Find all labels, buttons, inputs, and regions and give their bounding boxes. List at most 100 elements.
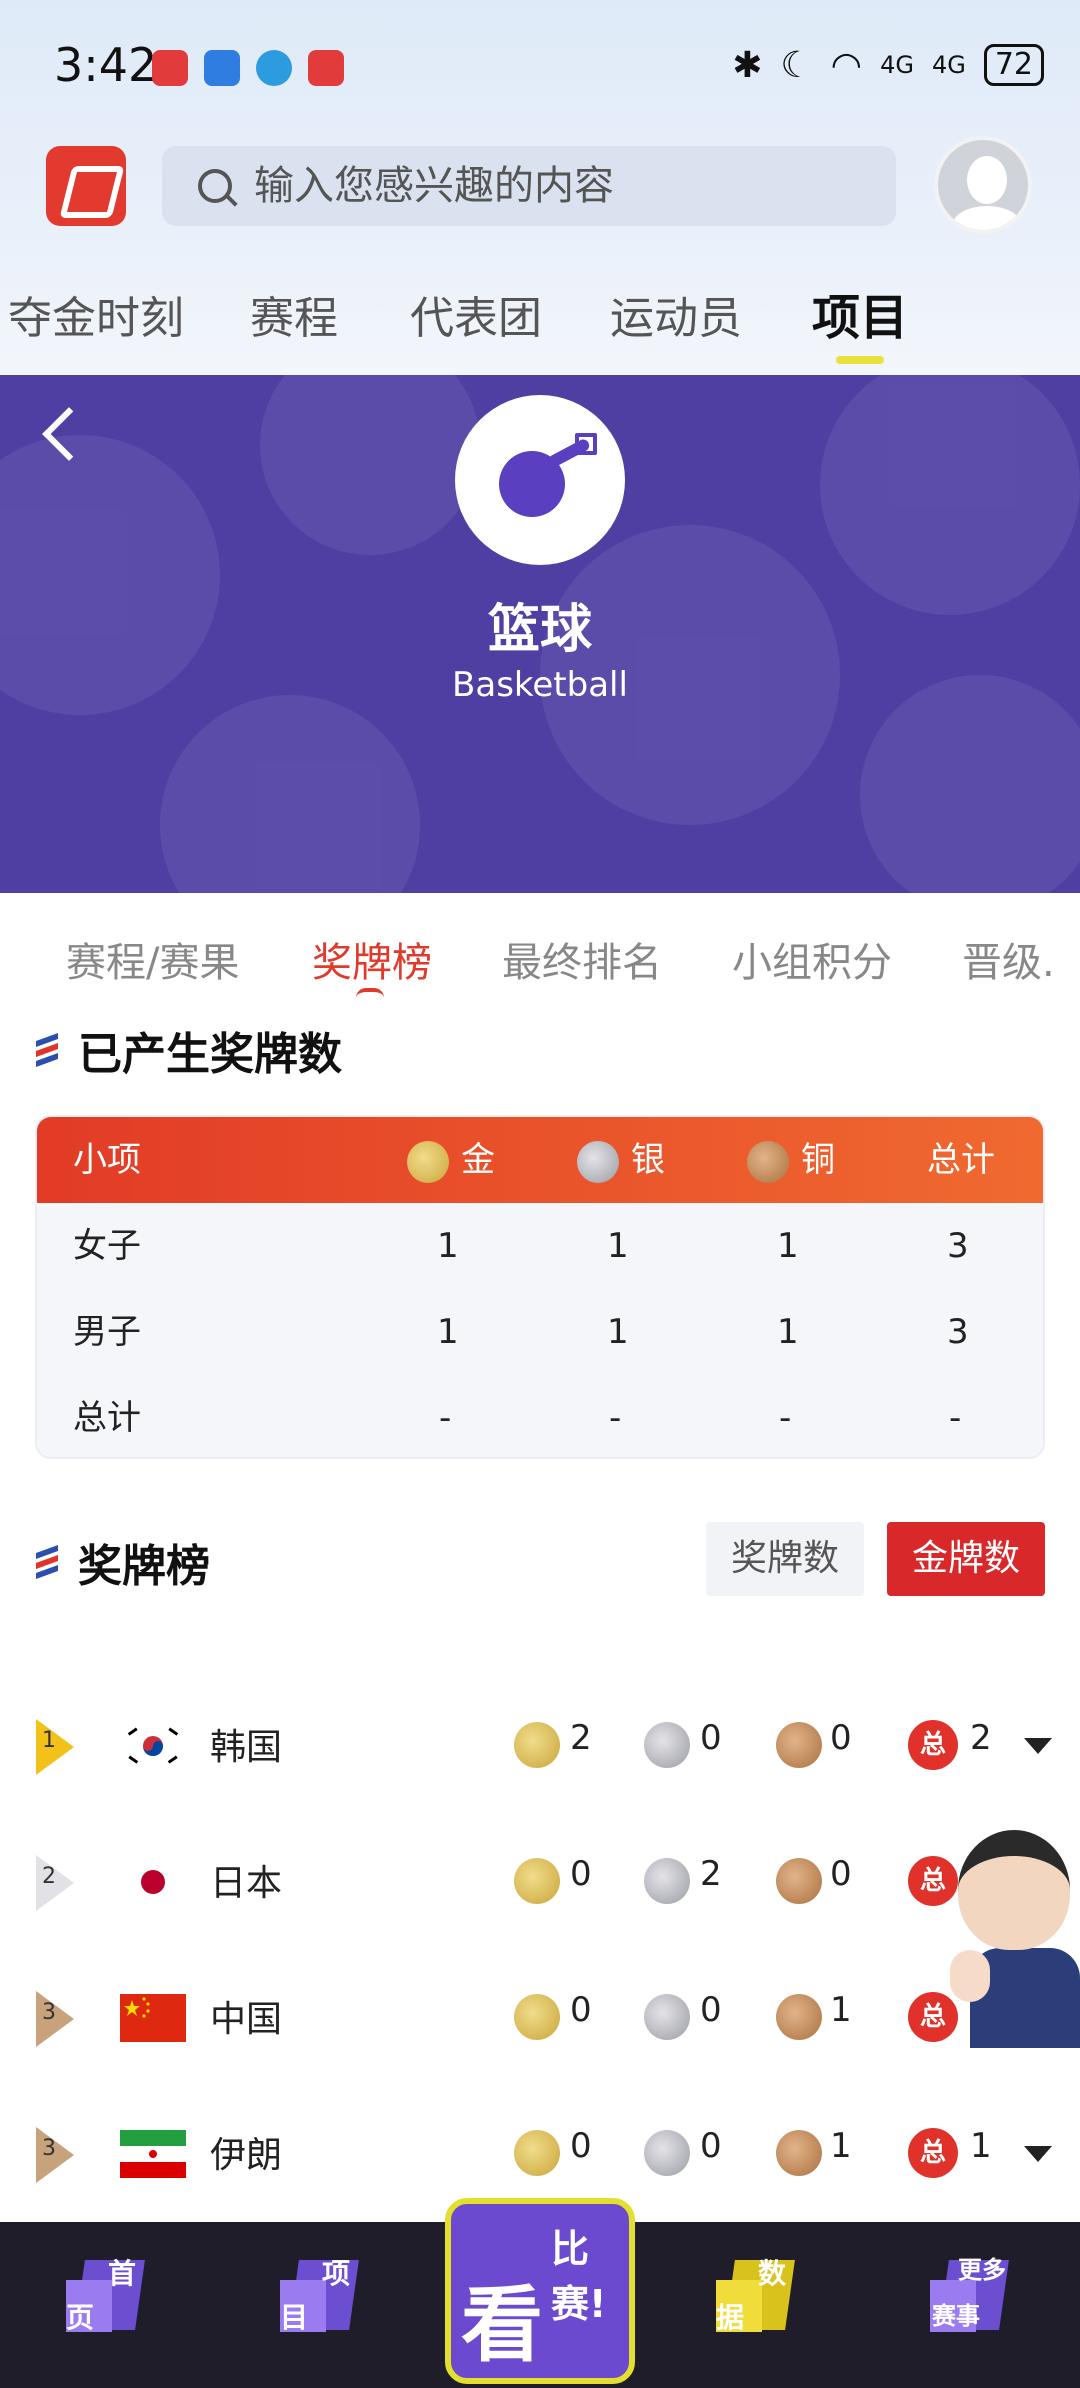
nav-home[interactable]: 首 页 <box>60 2246 160 2356</box>
expand-chevron-icon[interactable] <box>1024 1738 1052 1754</box>
basketball-player-icon <box>455 395 625 565</box>
medal-count-title-text: 已产生奖牌数 <box>78 1029 342 1080</box>
row-gold: 1 <box>437 1312 459 1352</box>
header-event: 小项 <box>73 1140 141 1180</box>
watch-match-button[interactable]: 看 比赛! <box>445 2198 635 2384</box>
medal-count-table: 小项 金 银 铜 总计 女子 1 1 1 3 男子 1 1 1 3 总计 - -… <box>35 1115 1045 1459</box>
row-gold: 1 <box>437 1226 459 1266</box>
row-total: 3 <box>947 1312 969 1352</box>
rank-number: 3 <box>42 2000 56 2025</box>
china-flag-icon <box>120 1994 186 2042</box>
expand-chevron-icon[interactable] <box>1024 2146 1052 2162</box>
row-gold: - <box>439 1398 452 1438</box>
tab-athletes[interactable]: 运动员 <box>610 282 742 346</box>
silver-count: 0 <box>700 1990 722 2030</box>
huawei-notification-icon-2 <box>308 50 344 86</box>
table-row: 男子 1 1 1 3 <box>37 1289 1043 1375</box>
ranking-row-china[interactable]: 3 中国 0 0 1 总 1 <box>0 1964 1080 2074</box>
korea-flag-icon <box>120 1722 186 1770</box>
subtab-final-ranking[interactable]: 最终排名 <box>502 930 662 988</box>
gold-count: 0 <box>570 1990 592 2030</box>
user-avatar[interactable] <box>934 136 1032 234</box>
bronze-count: 0 <box>830 1854 852 1894</box>
row-silver: 1 <box>607 1312 629 1352</box>
gold-count: 2 <box>570 1718 592 1758</box>
row-bronze: 1 <box>777 1226 799 1266</box>
row-silver: - <box>609 1398 622 1438</box>
row-event: 男子 <box>73 1312 141 1352</box>
nav-data[interactable]: 数 据 <box>710 2246 810 2356</box>
active-subtab-indicator <box>356 988 384 998</box>
subtab-group-points[interactable]: 小组积分 <box>732 930 892 988</box>
top-area: 3:42 ✱ ☾ ◠ 4G 4G 72 夺金时刻 赛程 代表团 运动员 项目 <box>0 0 1080 375</box>
silver-medal-icon <box>577 1140 619 1183</box>
row-event: 女子 <box>73 1226 141 1266</box>
silver-count: 0 <box>700 2126 722 2166</box>
search-bar[interactable] <box>162 146 896 226</box>
status-icons: ✱ ☾ ◠ 4G 4G 72 <box>732 44 1044 86</box>
wifi-icon: ◠ <box>830 44 863 86</box>
row-total: 3 <box>947 1226 969 1266</box>
watch-label-big: 看 <box>461 2278 544 2373</box>
ranking-row-iran[interactable]: 3 伊朗 0 0 1 总 1 <box>0 2100 1080 2210</box>
gold-medal-icon <box>407 1140 449 1183</box>
flag-stripe-icon <box>36 1544 58 1580</box>
top-tabs: 夺金时刻 赛程 代表团 运动员 项目 <box>0 282 1080 364</box>
row-bronze: 1 <box>777 1312 799 1352</box>
signal-icon-2: 4G <box>931 51 966 79</box>
rank-number: 2 <box>42 1864 56 1889</box>
silver-medal-icon <box>644 2130 690 2176</box>
silver-medal-icon <box>644 1994 690 2040</box>
flag-stripe-icon <box>36 1032 58 1068</box>
gold-count: 0 <box>570 1854 592 1894</box>
bronze-medal-icon <box>747 1140 789 1183</box>
gold-medal-icon <box>514 1994 560 2040</box>
tab-gold-moments[interactable]: 夺金时刻 <box>8 282 184 346</box>
tab-delegations[interactable]: 代表团 <box>410 282 542 346</box>
search-icon <box>198 169 232 203</box>
active-tab-underline <box>836 356 884 364</box>
toggle-gold-count[interactable]: 金牌数 <box>887 1522 1045 1596</box>
gold-medal-icon <box>514 1858 560 1904</box>
country-name: 伊朗 <box>210 2135 283 2176</box>
battery-indicator: 72 <box>983 44 1044 86</box>
nav-more[interactable]: 更多 赛事 <box>924 2246 1024 2356</box>
rank-number: 3 <box>42 2136 56 2161</box>
subtab-medal-table[interactable]: 奖牌榜 <box>312 930 432 988</box>
country-name: 韩国 <box>210 1727 283 1768</box>
bronze-medal-icon <box>776 1858 822 1904</box>
header-total: 总计 <box>927 1140 995 1180</box>
tab-sports[interactable]: 项目 <box>812 278 908 348</box>
tab-schedule[interactable]: 赛程 <box>250 282 338 346</box>
japan-flag-icon <box>120 1858 186 1906</box>
medal-board-title-text: 奖牌榜 <box>78 1541 210 1592</box>
nav-events[interactable]: 项 目 <box>274 2246 374 2356</box>
silver-medal-icon <box>644 1858 690 1904</box>
row-silver: 1 <box>607 1226 629 1266</box>
search-input[interactable] <box>254 163 854 209</box>
row-total: - <box>949 1398 962 1438</box>
bronze-count: 1 <box>830 2126 852 2166</box>
gold-count: 0 <box>570 2126 592 2166</box>
bronze-count: 0 <box>830 1718 852 1758</box>
signal-icon: 4G <box>880 51 914 79</box>
ranking-row-korea[interactable]: 1 韩国 2 0 0 总 2 <box>0 1692 1080 1802</box>
silver-count: 0 <box>700 1718 722 1758</box>
bronze-medal-icon <box>776 1722 822 1768</box>
rank-number: 1 <box>42 1728 56 1753</box>
gold-medal-icon <box>514 1722 560 1768</box>
header-gold: 金 <box>407 1117 495 1203</box>
floating-mascot[interactable] <box>950 1830 1080 2050</box>
table-row: 女子 1 1 1 3 <box>37 1203 1043 1289</box>
subtab-schedule-results[interactable]: 赛程/赛果 <box>66 930 239 988</box>
bronze-medal-icon <box>776 2130 822 2176</box>
status-time: 3:42 <box>54 38 158 92</box>
total-icon: 总 <box>908 1720 958 1770</box>
app-logo[interactable] <box>46 146 126 226</box>
subtab-advancement[interactable]: 晋级. <box>962 930 1055 988</box>
watch-label-small: 比赛! <box>551 2227 607 2326</box>
toggle-medal-count[interactable]: 奖牌数 <box>706 1522 864 1596</box>
ranking-row-japan[interactable]: 2 日本 0 2 0 总 <box>0 1828 1080 1938</box>
row-bronze: - <box>779 1398 792 1438</box>
iran-flag-icon <box>120 2130 186 2178</box>
